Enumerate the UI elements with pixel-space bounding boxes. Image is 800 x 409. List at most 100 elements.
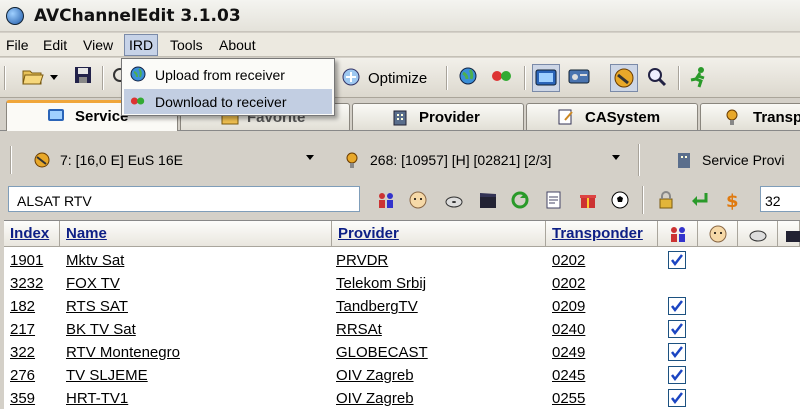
service-provider-label: Service Provi	[702, 152, 785, 168]
tab-transponder[interactable]: Transp	[700, 103, 800, 130]
number-filter-input[interactable]	[760, 186, 800, 212]
cell-index: 322	[10, 344, 36, 361]
service-provider-button[interactable]: Service Provi	[668, 146, 800, 174]
column-header-group[interactable]	[658, 221, 698, 247]
cell-index: 1901	[10, 252, 44, 269]
download-icon	[130, 97, 145, 105]
menu-file[interactable]: File	[6, 37, 29, 53]
cell-name: BK TV Sat	[66, 321, 136, 338]
run-button[interactable]	[688, 66, 710, 88]
filter-group-button[interactable]	[376, 190, 396, 210]
menu-about[interactable]: About	[219, 37, 256, 53]
table-row[interactable]: 276 TV SLJEME OIV Zagreb 0245	[4, 364, 800, 387]
cell-name: FOX TV	[66, 275, 120, 292]
tab-label: Transp	[753, 109, 800, 126]
gift-icon	[580, 195, 596, 208]
return-arrow-icon	[692, 193, 708, 206]
menu-tools[interactable]: Tools	[170, 37, 203, 53]
toolbar: Optimize	[0, 58, 800, 98]
open-dropdown-arrow[interactable]	[50, 66, 60, 88]
globe-icon	[459, 67, 477, 85]
row-checkbox[interactable]	[668, 251, 686, 269]
column-header-disc[interactable]	[738, 221, 778, 247]
optimize-label[interactable]: Optimize	[368, 70, 427, 87]
table-row[interactable]: 3232 FOX TV Telekom Srbij 0202	[4, 272, 800, 295]
column-header-provider[interactable]: Provider	[332, 221, 546, 247]
tab-label: CASystem	[585, 109, 661, 126]
column-header-transponder[interactable]: Transponder	[546, 221, 658, 247]
column-header-face[interactable]	[698, 221, 738, 247]
chevron-down-icon	[306, 155, 314, 160]
menu-item-upload-from-receiver[interactable]: Upload from receiver	[124, 62, 332, 87]
globe-button[interactable]	[458, 66, 480, 88]
column-header-clapper[interactable]	[778, 221, 800, 247]
table-row[interactable]: 1901 Mktv Sat PRVDR 0202	[4, 249, 800, 272]
cell-index: 276	[10, 367, 36, 384]
tab-bar: Service Favorite Provider CASystem Trans…	[0, 99, 800, 131]
name-filter-input[interactable]	[8, 186, 360, 212]
tab-casystem[interactable]: CASystem	[526, 103, 698, 130]
open-folder-button[interactable]	[22, 66, 44, 88]
satellite-select[interactable]: 7: [16,0 E] EuS 16E	[26, 146, 326, 174]
row-checkbox[interactable]	[668, 389, 686, 407]
magnifier-icon	[648, 68, 667, 87]
tv-view-button[interactable]	[532, 64, 560, 92]
row-checkbox[interactable]	[668, 297, 686, 315]
save-button[interactable]	[74, 66, 96, 88]
transponder-select-value: 268: [10957] [H] [02821] [2/3]	[370, 152, 552, 168]
filter-dollar-button[interactable]: $	[722, 190, 742, 212]
column-header-index[interactable]: Index	[4, 221, 60, 247]
column-header-name[interactable]: Name	[60, 221, 332, 247]
filter-row: $	[0, 184, 800, 216]
toolbar-separator	[446, 66, 448, 90]
cell-name: HRT-TV1	[66, 390, 129, 407]
filter-refresh-button[interactable]	[510, 190, 530, 210]
filter-gift-button[interactable]	[578, 190, 598, 210]
filter-ball-button[interactable]	[610, 190, 630, 210]
table-row[interactable]: 182 RTS SAT TandbergTV 0209	[4, 295, 800, 318]
radio-view-button[interactable]	[568, 66, 590, 88]
transponder-select[interactable]: 268: [10957] [H] [02821] [2/3]	[336, 146, 626, 174]
menu-view[interactable]: View	[83, 37, 113, 53]
cell-name: RTS SAT	[66, 298, 128, 315]
table-row[interactable]: 217 BK TV Sat RRSAt 0240	[4, 318, 800, 341]
filter-return-button[interactable]	[690, 190, 710, 210]
cell-provider: PRVDR	[336, 252, 389, 269]
row-checkbox[interactable]	[668, 343, 686, 361]
filter-note-button[interactable]	[544, 190, 564, 210]
filter-cd-button[interactable]	[444, 190, 464, 210]
table-row[interactable]: 359 HRT-TV1 OIV Zagreb 0255	[4, 387, 800, 409]
cell-transponder: 0255	[552, 390, 586, 407]
menu-item-download-to-receiver[interactable]: Download to receiver	[124, 89, 332, 114]
satellite-dish-button[interactable]	[610, 64, 638, 92]
cell-transponder: 0240	[552, 321, 586, 338]
row-separator	[642, 186, 644, 214]
row-checkbox[interactable]	[668, 366, 686, 384]
chevron-down-icon	[612, 155, 620, 160]
soccer-ball-icon	[611, 191, 629, 209]
cell-name: RTV Montenegro	[66, 344, 180, 361]
cell-provider: GLOBECAST	[336, 344, 428, 361]
optimize-button[interactable]	[340, 66, 362, 88]
cell-name: TV SLJEME	[66, 367, 148, 384]
provider-building-icon	[678, 153, 690, 168]
checkmark-icon	[671, 254, 683, 267]
running-man-icon	[690, 67, 705, 88]
transfer-button[interactable]	[490, 66, 512, 88]
menu-edit[interactable]: Edit	[43, 37, 67, 53]
toolbar-separator	[524, 66, 526, 90]
search-button[interactable]	[646, 66, 668, 88]
tab-provider[interactable]: Provider	[352, 103, 524, 130]
filter-face-button[interactable]	[408, 190, 428, 210]
satellite-icon	[726, 109, 738, 125]
satellite-icon	[346, 152, 358, 168]
table-row[interactable]: 322 RTV Montenegro GLOBECAST 0249	[4, 341, 800, 364]
cell-transponder: 0209	[552, 298, 586, 315]
cell-name: Mktv Sat	[66, 252, 125, 269]
row-checkbox[interactable]	[668, 320, 686, 338]
menu-ird[interactable]: IRD	[124, 34, 159, 56]
filter-lock-button[interactable]	[656, 190, 676, 210]
cell-provider: Telekom Srbij	[336, 275, 427, 292]
cell-transponder: 0202	[552, 275, 586, 292]
filter-clapper-button[interactable]	[478, 190, 498, 210]
